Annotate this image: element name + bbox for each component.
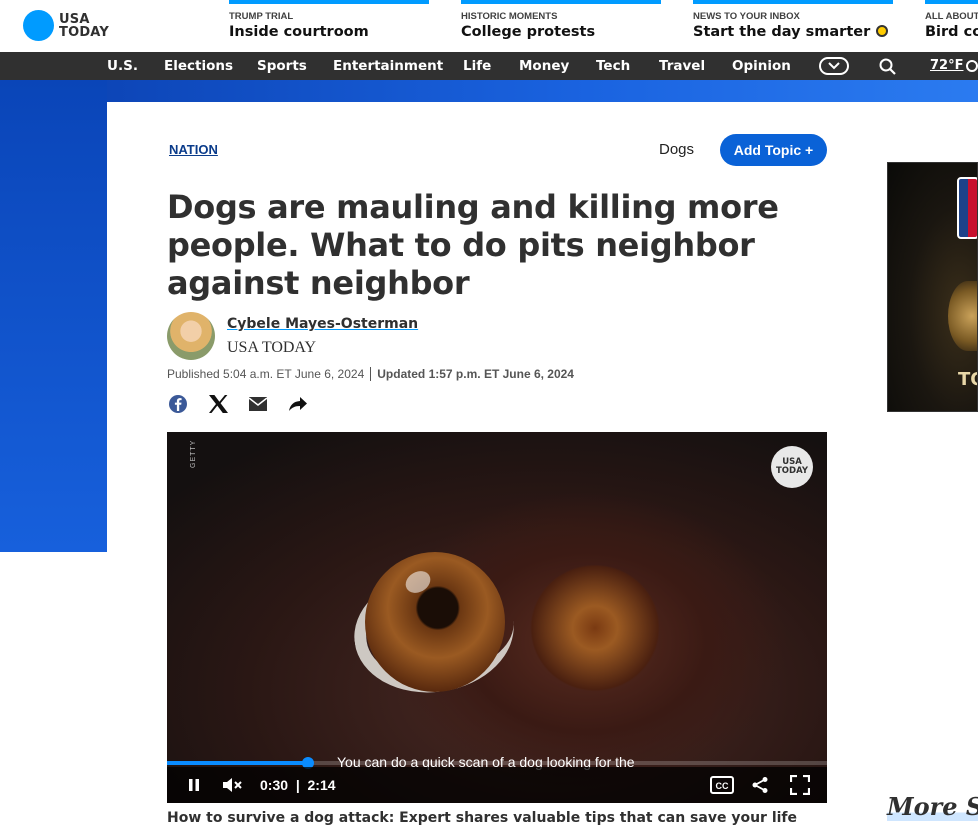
promo-kicker: HISTORIC MOMENTS	[461, 11, 558, 22]
promo-headline: Start the day smarter	[693, 24, 889, 40]
mute-button[interactable]	[222, 767, 244, 803]
chevron-down-icon	[828, 62, 840, 70]
promo-all-about[interactable]: ALL ABOUT Bird co	[925, 0, 978, 52]
sun-icon	[876, 25, 889, 37]
ad-trophy-image	[948, 281, 977, 351]
video-share-button[interactable]	[751, 767, 769, 803]
pause-icon	[189, 779, 199, 791]
pause-button[interactable]	[187, 767, 201, 803]
promo-trump-trial[interactable]: TRUMP TRIAL Inside courtroom	[229, 0, 429, 52]
more-sections-toggle[interactable]	[819, 57, 849, 75]
add-topic-button[interactable]: Add Topic +	[720, 134, 827, 166]
getty-watermark: GETTY	[190, 439, 197, 468]
nav-item-tech[interactable]: Tech	[596, 52, 630, 80]
author-avatar[interactable]	[167, 312, 215, 360]
promo-newsletter[interactable]: NEWS TO YOUR INBOX Start the day smarter	[693, 0, 893, 52]
current-time: 0:30	[260, 777, 289, 793]
x-icon	[209, 395, 228, 413]
nav-item-money[interactable]: Money	[519, 52, 569, 80]
nav-item-life[interactable]: Life	[463, 52, 491, 80]
background-band	[0, 80, 978, 102]
search-icon	[879, 58, 896, 75]
promo-headline: Bird co	[925, 24, 978, 40]
share-more-button[interactable]	[287, 393, 309, 415]
promo-kicker: TRUMP TRIAL	[229, 11, 294, 22]
muted-speaker-icon	[223, 778, 242, 792]
weather-temperature[interactable]: 72°F	[930, 52, 963, 80]
video-progress-bar[interactable]	[167, 757, 827, 769]
video-player[interactable]: GETTY USA TODAY You can do a quick scan …	[167, 432, 827, 803]
nav-item-opinion[interactable]: Opinion	[732, 52, 791, 80]
promo-kicker: NEWS TO YOUR INBOX	[693, 11, 800, 22]
fullscreen-button[interactable]	[790, 767, 810, 803]
nba-logo	[957, 177, 977, 239]
nav-item-travel[interactable]: Travel	[659, 52, 705, 80]
nav-item-sports[interactable]: Sports	[257, 52, 307, 80]
topic-label: Dogs	[659, 141, 695, 158]
share-arrow-icon	[289, 397, 307, 411]
section-link[interactable]: NATION	[169, 142, 218, 157]
site-header: USA TODAY TRUMP TRIAL Inside courtroom H…	[0, 0, 978, 52]
ad-text: TO	[958, 369, 977, 390]
closed-captions-icon: CC	[710, 776, 734, 794]
share-email-button[interactable]	[247, 393, 269, 415]
video-frame-iris	[365, 552, 505, 692]
search-button[interactable]	[879, 58, 896, 80]
date-separator	[370, 367, 372, 381]
video-progress-fill	[167, 761, 309, 765]
facebook-icon	[169, 395, 187, 413]
author-outlet: USA TODAY	[227, 339, 317, 356]
email-icon	[248, 397, 268, 411]
captions-button[interactable]: CC	[710, 767, 734, 803]
video-controls: 0:30 | 2:14 CC	[167, 767, 827, 803]
promo-kicker: ALL ABOUT	[925, 11, 978, 22]
share-icon	[752, 777, 768, 793]
fullscreen-icon	[790, 775, 810, 795]
logo-circle	[23, 10, 54, 41]
video-time: 0:30 | 2:14	[260, 767, 336, 803]
updated-date: Updated 1:57 p.m. ET June 6, 2024	[377, 367, 574, 381]
sidebar-ad[interactable]: TO	[887, 162, 978, 412]
background-band-left	[0, 80, 107, 552]
promo-historic-moments[interactable]: HISTORIC MOMENTS College protests	[461, 0, 661, 52]
logo-text: USA TODAY	[59, 11, 109, 40]
weather-sun-icon	[966, 60, 978, 72]
nav-item-entertainment[interactable]: Entertainment	[333, 52, 443, 80]
promo-headline: Inside courtroom	[229, 24, 369, 40]
share-x-button[interactable]	[207, 393, 229, 415]
usa-today-logo[interactable]: USA TODAY	[23, 10, 109, 41]
promo-headline: College protests	[461, 24, 596, 40]
published-date: Published 5:04 a.m. ET June 6, 2024	[167, 367, 365, 381]
article-dates: Published 5:04 a.m. ET June 6, 2024 Updat…	[167, 367, 574, 381]
video-title[interactable]: How to survive a dog attack: Expert shar…	[167, 810, 797, 826]
time-separator: |	[295, 777, 300, 793]
nav-item-elections[interactable]: Elections	[164, 52, 233, 80]
author-link[interactable]: Cybele Mayes-Osterman	[227, 316, 418, 332]
svg-text:CC: CC	[716, 781, 729, 791]
article-headline: Dogs are mauling and killing more people…	[167, 188, 779, 302]
nav-item-us[interactable]: U.S.	[107, 52, 138, 80]
duration: 2:14	[307, 777, 336, 793]
main-nav: U.S. Elections Sports Entertainment Life…	[0, 52, 978, 80]
share-facebook-button[interactable]	[167, 393, 189, 415]
video-usa-today-logo: USA TODAY	[771, 446, 813, 488]
more-stories-heading: More St	[887, 792, 978, 821]
